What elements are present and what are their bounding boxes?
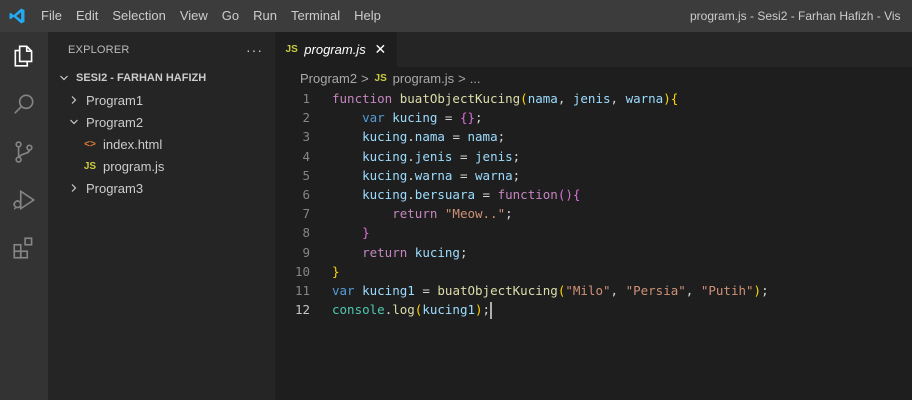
workspace-name: SESI2 - FARHAN HAFIZH: [76, 72, 207, 84]
more-actions-icon[interactable]: ···: [246, 42, 263, 58]
tree-item-program1[interactable]: Program1: [48, 89, 275, 111]
editor-area: JS program.js ✕ Program2 > JS program.js…: [275, 32, 912, 400]
code-text: kucing.bersuara = function(){: [362, 186, 581, 202]
js-file-icon: JS: [374, 72, 387, 84]
js-file-icon: JS: [285, 44, 298, 55]
code-line[interactable]: 5 kucing.warna = warna;: [275, 166, 912, 185]
code-text: }: [332, 263, 340, 279]
code-line[interactable]: 3 kucing.nama = nama;: [275, 127, 912, 146]
breadcrumb-separator: >: [458, 70, 466, 86]
code-text: var kucing1 = buatObjectKucing("Milo", "…: [332, 282, 769, 298]
line-number: 3: [302, 129, 310, 145]
menu-selection[interactable]: Selection: [105, 0, 172, 32]
line-number: 1: [302, 91, 310, 106]
code-text: kucing.warna = warna;: [362, 167, 521, 183]
code-text: }: [362, 225, 370, 241]
workspace-section-header[interactable]: SESI2 - FARHAN HAFIZH: [48, 67, 275, 89]
line-number: 5: [302, 167, 310, 183]
code-line[interactable]: 7 return "Meow..";: [275, 204, 912, 223]
code-text: function buatObjectKucing(nama, jenis, w…: [332, 91, 679, 106]
sidebar-header: EXPLORER ···: [48, 32, 275, 67]
source-control-icon[interactable]: [0, 128, 48, 176]
chevron-right-icon: [66, 183, 82, 193]
search-icon[interactable]: [0, 80, 48, 128]
code-line[interactable]: 1 function buatObjectKucing(nama, jenis, …: [275, 89, 912, 108]
menu-bar: File Edit Selection View Go Run Terminal…: [34, 0, 388, 32]
window-title: program.js - Sesi2 - Farhan Hafizh - Vis: [690, 9, 901, 23]
editor-tabs: JS program.js ✕: [275, 32, 912, 67]
code-line[interactable]: 8 }: [275, 223, 912, 242]
sidebar-title: EXPLORER: [68, 43, 130, 56]
title-bar: File Edit Selection View Go Run Terminal…: [0, 0, 912, 32]
menu-terminal[interactable]: Terminal: [284, 0, 347, 32]
line-number: 10: [294, 263, 310, 279]
breadcrumb: Program2 > JS program.js > ...: [275, 67, 912, 89]
tree-item-label: Program2: [86, 114, 144, 130]
tree-item-program-js[interactable]: JS program.js: [48, 155, 275, 177]
html-file-icon: <>: [84, 138, 96, 150]
text-cursor: [490, 302, 493, 320]
close-icon[interactable]: ✕: [374, 41, 387, 58]
breadcrumb-folder[interactable]: Program2: [300, 71, 357, 86]
breadcrumb-separator: >: [361, 70, 369, 86]
code-text: kucing.nama = nama;: [362, 129, 506, 145]
line-number: 6: [302, 186, 310, 202]
menu-file[interactable]: File: [34, 0, 69, 32]
line-number: 11: [294, 282, 310, 298]
breadcrumb-symbols[interactable]: ...: [470, 71, 481, 86]
code-line[interactable]: 12 console.log(kucing1);: [275, 300, 912, 320]
run-debug-icon[interactable]: [0, 176, 48, 224]
tree-item-program2[interactable]: Program2: [48, 111, 275, 133]
line-number: 7: [302, 206, 310, 222]
menu-run[interactable]: Run: [246, 0, 284, 32]
line-number: 4: [302, 148, 310, 164]
explorer-sidebar: EXPLORER ··· SESI2 - FARHAN HAFIZH Progr…: [48, 32, 275, 400]
code-text: var kucing = {};: [362, 110, 483, 126]
code-line[interactable]: 4 kucing.jenis = jenis;: [275, 147, 912, 166]
menu-help[interactable]: Help: [347, 0, 388, 32]
files-icon[interactable]: [0, 32, 48, 80]
extensions-icon[interactable]: [0, 224, 48, 272]
tree-item-label: Program3: [86, 180, 144, 196]
tab-program-js[interactable]: JS program.js ✕: [275, 32, 397, 67]
code-line[interactable]: 9 return kucing;: [275, 243, 912, 262]
code-line[interactable]: 2 var kucing = {};: [275, 108, 912, 127]
vscode-logo-icon: [0, 0, 34, 32]
code-line[interactable]: 10}: [275, 262, 912, 281]
js-file-icon: JS: [83, 160, 97, 172]
code-text: return kucing;: [362, 244, 468, 260]
code-line[interactable]: 11 var kucing1 = buatObjectKucing("Milo",…: [275, 281, 912, 300]
activity-bar: [0, 32, 48, 400]
line-number: 2: [302, 110, 310, 126]
tree-item-program3[interactable]: Program3: [48, 177, 275, 199]
line-number: 12: [294, 302, 310, 318]
tree-item-label: index.html: [103, 136, 163, 152]
line-number: 8: [302, 225, 310, 241]
chevron-right-icon: [66, 95, 82, 105]
chevron-down-icon: [66, 117, 82, 127]
code-text: kucing.jenis = jenis;: [362, 148, 521, 164]
line-number: 9: [302, 244, 310, 260]
tree-item-index-html[interactable]: <> index.html: [48, 133, 275, 155]
tree-item-label: Program1: [86, 92, 144, 108]
menu-edit[interactable]: Edit: [69, 0, 105, 32]
menu-view[interactable]: View: [173, 0, 215, 32]
code-line[interactable]: 6 kucing.bersuara = function(){: [275, 185, 912, 204]
menu-go[interactable]: Go: [215, 0, 246, 32]
code-text: return "Meow..";: [392, 206, 513, 222]
tree-item-label: program.js: [103, 158, 165, 174]
code-editor[interactable]: 1 function buatObjectKucing(nama, jenis, …: [275, 89, 912, 320]
code-text: console.log(kucing1);: [332, 302, 493, 320]
tab-label: program.js: [304, 42, 366, 57]
chevron-down-icon: [56, 73, 72, 83]
breadcrumb-file[interactable]: program.js: [393, 71, 454, 86]
